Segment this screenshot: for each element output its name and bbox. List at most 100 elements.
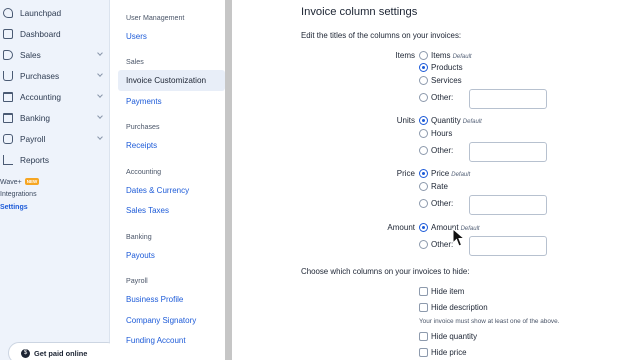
price-option-other-label: Other: [431, 199, 454, 208]
units-option-quantity-radio[interactable] [419, 116, 428, 125]
chevron-down-icon [97, 134, 103, 140]
nav-item-accounting[interactable]: Accounting [0, 88, 110, 106]
bank-icon [3, 113, 13, 123]
reports-icon [3, 155, 13, 165]
units-option-other-radio[interactable] [419, 146, 428, 155]
nav-item-label: Banking [20, 113, 50, 123]
invoice-column-settings-panel: Invoice column settings Edit the titles … [232, 0, 640, 360]
chevron-down-icon [97, 113, 103, 119]
items-option-products-radio[interactable] [419, 63, 428, 72]
amount-option-amount-radio[interactable] [419, 223, 428, 232]
subnav-link-payments[interactable]: Payments [126, 97, 162, 106]
nav-item-purchases[interactable]: Purchases [0, 67, 110, 85]
price-option-price-radio[interactable] [419, 169, 428, 178]
section-heading-user-management: User Management [126, 14, 185, 22]
hide-item-label: Hide item [431, 287, 465, 296]
units-option-quantity-label: Quantity Default [431, 116, 482, 125]
subnav-link-receipts[interactable]: Receipts [126, 141, 157, 150]
nav-item-banking[interactable]: Banking [0, 109, 110, 127]
nav-link-wave-plus[interactable]: Wave+ NEW [0, 178, 40, 186]
price-option-other-radio[interactable] [419, 199, 428, 208]
subnav-link-dates-currency[interactable]: Dates & Currency [126, 186, 189, 195]
items-option-other-label: Other: [431, 93, 454, 102]
items-option-items-label: Items Default [431, 51, 472, 60]
option-text: Items [431, 51, 451, 60]
section-heading-banking: Banking [126, 233, 152, 241]
nav-item-sales[interactable]: Sales [0, 46, 110, 64]
default-tag: Default [462, 119, 482, 125]
settings-subnav: User Management Users Sales Invoice Cust… [110, 0, 225, 360]
dashboard-icon [3, 29, 13, 39]
items-option-products-label: Products [431, 63, 463, 72]
amount-option-other-label: Other: [431, 240, 454, 249]
nav-item-label: Dashboard [20, 29, 61, 39]
new-badge: NEW [24, 178, 40, 185]
amount-row-label: Amount [387, 223, 415, 232]
cart-icon [3, 71, 13, 81]
items-option-services-radio[interactable] [419, 76, 428, 85]
section-heading-payroll: Payroll [126, 277, 148, 285]
column-titles-intro: Edit the titles of the columns on your i… [301, 31, 462, 40]
get-paid-online-button[interactable]: $ Get paid online [8, 342, 118, 360]
amount-option-other-radio[interactable] [419, 240, 428, 249]
subnav-link-business-profile[interactable]: Business Profile [126, 295, 183, 304]
subnav-link-invoice-customization[interactable]: Invoice Customization [126, 76, 206, 85]
hide-columns-intro: Choose which columns on your invoices to… [301, 267, 470, 276]
nav-link-settings[interactable]: Settings [0, 204, 28, 211]
hide-quantity-label: Hide quantity [431, 332, 478, 341]
chevron-down-icon [97, 71, 103, 77]
units-option-hours-radio[interactable] [419, 129, 428, 138]
hide-price-checkbox[interactable] [419, 348, 428, 357]
dollar-icon: $ [21, 348, 30, 358]
price-option-rate-radio[interactable] [419, 182, 428, 191]
wave-plus-label: Wave+ [0, 179, 22, 186]
nav-item-payroll[interactable]: Payroll [0, 130, 110, 148]
subnav-link-payouts[interactable]: Payouts [126, 251, 155, 260]
price-row-label: Price [396, 169, 415, 178]
hide-item-checkbox[interactable] [419, 287, 428, 296]
items-option-services-label: Services [431, 76, 462, 85]
payroll-icon [3, 134, 13, 144]
amount-other-input[interactable] [469, 236, 547, 256]
option-text: Quantity [431, 116, 461, 125]
nav-item-label: Purchases [20, 71, 60, 81]
items-option-other-radio[interactable] [419, 93, 428, 102]
subnav-scrollbar-thumb[interactable] [225, 0, 232, 360]
option-text: Price [431, 169, 450, 178]
price-option-rate-label: Rate [431, 182, 448, 191]
page-title: Invoice column settings [301, 6, 418, 18]
subnav-link-sales-taxes[interactable]: Sales Taxes [126, 206, 169, 215]
units-row-label: Units [396, 116, 415, 125]
nav-item-label: Reports [20, 155, 50, 165]
hide-quantity-checkbox[interactable] [419, 332, 428, 341]
subnav-link-users[interactable]: Users [126, 32, 147, 41]
hide-columns-note: Your invoice must show at least one of t… [419, 318, 560, 325]
hide-description-checkbox[interactable] [419, 303, 428, 312]
price-option-price-label: Price Default [431, 169, 470, 178]
subnav-link-company-signatory[interactable]: Company Signatory [126, 316, 196, 325]
subnav-link-funding-account[interactable]: Funding Account [126, 336, 186, 345]
nav-item-label: Launchpad [20, 8, 62, 18]
nav-item-label: Accounting [20, 92, 62, 102]
section-heading-accounting: Accounting [126, 168, 162, 176]
main-sidebar: Launchpad Dashboard Sales Purchases Acco… [0, 0, 118, 360]
nav-link-integrations[interactable]: Integrations [0, 191, 37, 198]
units-other-input[interactable] [469, 142, 547, 162]
accounting-icon [3, 92, 13, 102]
nav-item-launchpad[interactable]: Launchpad [0, 4, 110, 22]
nav-item-dashboard[interactable]: Dashboard [0, 25, 110, 43]
mouse-cursor-icon [452, 228, 466, 247]
get-paid-label: Get paid online [34, 348, 88, 358]
items-row-label: Items [395, 51, 415, 60]
chevron-down-icon [97, 92, 103, 98]
nav-item-reports[interactable]: Reports [0, 151, 110, 169]
items-other-input[interactable] [469, 89, 547, 109]
hide-price-label: Hide price [431, 348, 467, 357]
items-option-items-radio[interactable] [419, 51, 428, 60]
tag-icon [3, 50, 13, 60]
section-heading-purchases: Purchases [126, 123, 160, 131]
price-other-input[interactable] [469, 195, 547, 215]
rocket-icon [3, 8, 13, 18]
chevron-down-icon [97, 50, 103, 56]
section-heading-sales: Sales [126, 58, 144, 66]
